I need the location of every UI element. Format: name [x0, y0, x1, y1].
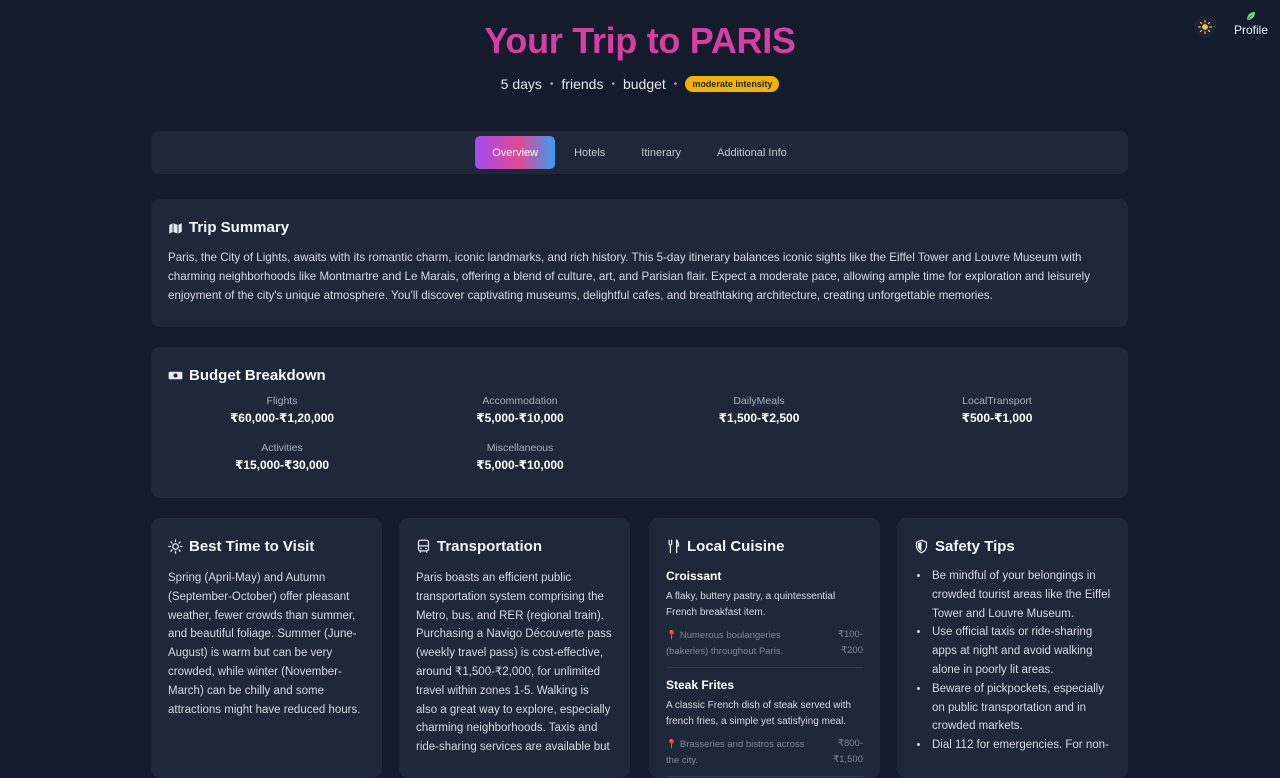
safety-tips-card: Safety Tips Be mindful of your belonging…: [897, 518, 1128, 778]
profile-label: Profile: [1233, 23, 1268, 37]
dish-name: Steak Frites: [666, 678, 735, 692]
sun-icon: [1197, 20, 1212, 34]
budget-item-activities: Activities ₹15,000-₹30,000: [168, 442, 396, 489]
utensils-icon: [668, 539, 680, 554]
budget-value: ₹15,000-₹30,000: [234, 458, 330, 472]
meta-companions: friends: [561, 76, 604, 92]
dish-location: 📍 Brasseries and bistros across the city…: [666, 736, 816, 769]
trip-summary-heading: Trip Summary: [168, 219, 1111, 236]
sun-icon: [168, 539, 183, 554]
budget-grid: Flights ₹60,000-₹1,20,000 Accommodation …: [168, 395, 1111, 489]
budget-label: Activities: [261, 442, 303, 454]
budget-value: ₹5,000-₹10,000: [476, 458, 564, 472]
safety-title: Safety Tips: [935, 538, 1015, 555]
budget-item-daily-meals: DailyMeals ₹1,500-₹2,500: [644, 395, 874, 442]
list-item: Be mindful of your belongings in crowded…: [930, 567, 1111, 623]
dish-footer: 📍 Numerous boulangeries (bakeries) throu…: [666, 627, 863, 668]
tab-overview[interactable]: Overview: [475, 136, 556, 169]
tab-bar: Overview Hotels Itinerary Additional Inf…: [151, 131, 1128, 174]
meta-budget: budget: [622, 76, 666, 92]
budget-heading: Budget Breakdown: [168, 367, 1111, 384]
cuisine-heading: Local Cuisine: [666, 538, 863, 555]
budget-value: ₹500-₹1,000: [961, 411, 1033, 425]
meta-separator: •: [611, 78, 615, 90]
profile-button[interactable]: Profile: [1234, 10, 1268, 37]
budget-value: ₹1,500-₹2,500: [718, 411, 800, 425]
budget-value: ₹5,000-₹10,000: [476, 411, 564, 425]
trip-summary-card: Trip Summary Paris, the City of Lights, …: [151, 199, 1128, 327]
dish-name: Croissant: [666, 569, 722, 583]
tab-additional-info[interactable]: Additional Info: [700, 136, 804, 169]
trip-meta: 5 days • friends • budget • moderate int…: [0, 76, 1280, 92]
budget-item-accommodation: Accommodation ₹5,000-₹10,000: [396, 395, 644, 442]
dish-item: Steak Frites A classic French dish of st…: [666, 678, 863, 777]
cuisine-title: Local Cuisine: [687, 538, 785, 555]
safety-heading: Safety Tips: [914, 538, 1111, 555]
budget-label: Flights: [266, 395, 298, 407]
pin-icon: 📍: [666, 630, 678, 640]
tab-itinerary[interactable]: Itinerary: [624, 136, 698, 169]
trip-summary-text: Paris, the City of Lights, awaits with i…: [168, 251, 1090, 302]
dish-location: 📍 Numerous boulangeries (bakeries) throu…: [666, 627, 816, 660]
pin-icon: 📍: [666, 739, 678, 749]
budget-item-miscellaneous: Miscellaneous ₹5,000-₹10,000: [396, 442, 644, 489]
map-icon: [169, 223, 182, 234]
local-cuisine-card: Local Cuisine Croissant A flaky, buttery…: [649, 518, 880, 778]
best-time-card: Best Time to Visit Spring (April-May) an…: [151, 518, 382, 778]
budget-value: ₹60,000-₹1,20,000: [229, 411, 335, 425]
tab-hotels[interactable]: Hotels: [557, 136, 622, 169]
money-icon: [168, 371, 183, 380]
dish-description: A classic French dish of steak served wi…: [666, 700, 852, 727]
budget-label: LocalTransport: [962, 395, 1032, 407]
list-item: Use official taxis or ride-sharing apps …: [930, 623, 1111, 679]
best-time-text: Spring (April-May) and Autumn (September…: [168, 572, 361, 716]
dish-price: ₹100-₹200: [837, 629, 863, 656]
meta-separator: •: [673, 78, 678, 90]
transportation-title: Transportation: [437, 538, 543, 555]
transportation-text: Paris boasts an efficient public transpo…: [416, 572, 612, 754]
dish-price: ₹800-₹1,500: [833, 738, 863, 765]
budget-title: Budget Breakdown: [189, 367, 326, 384]
leaf-icon: [1246, 12, 1255, 21]
dish-location-text: Brasseries and bistros across the city.: [666, 739, 805, 766]
budget-breakdown-card: Budget Breakdown Flights ₹60,000-₹1,20,0…: [151, 347, 1128, 498]
theme-toggle-button[interactable]: [1193, 16, 1216, 38]
dish-location-text: Numerous boulangeries (bakeries) through…: [666, 630, 784, 657]
dish-footer: 📍 Brasseries and bistros across the city…: [666, 736, 863, 777]
meta-separator: •: [549, 78, 554, 90]
budget-label: Accommodation: [482, 395, 558, 407]
budget-item-local-transport: LocalTransport ₹500-₹1,000: [874, 395, 1120, 442]
safety-tips-list: Be mindful of your belongings in crowded…: [914, 567, 1111, 755]
best-time-heading: Best Time to Visit: [168, 538, 365, 555]
budget-label: DailyMeals: [733, 395, 785, 407]
budget-label: Miscellaneous: [486, 442, 554, 454]
intensity-badge: moderate intensity: [685, 76, 780, 92]
shield-icon: [915, 539, 928, 554]
meta-duration: 5 days: [500, 76, 542, 92]
budget-item-flights: Flights ₹60,000-₹1,20,000: [168, 395, 396, 442]
page-title: Your Trip to PARIS: [484, 20, 796, 61]
transportation-card: Transportation Paris boasts an efficient…: [399, 518, 630, 778]
best-time-title: Best Time to Visit: [189, 538, 315, 555]
dish-description: A flaky, buttery pastry, a quintessentia…: [666, 591, 836, 618]
trip-header: Your Trip to PARIS 5 days • friends • bu…: [0, 0, 1280, 92]
list-item: Dial 112 for emergencies. For non-: [930, 736, 1111, 755]
transportation-heading: Transportation: [416, 538, 613, 555]
dish-item: Croissant A flaky, buttery pastry, a qui…: [666, 569, 863, 668]
bus-icon: [417, 539, 430, 553]
top-right-controls: Profile: [1193, 10, 1268, 38]
list-item: Beware of pickpockets, especially on pub…: [930, 680, 1111, 736]
trip-summary-title: Trip Summary: [189, 219, 290, 236]
